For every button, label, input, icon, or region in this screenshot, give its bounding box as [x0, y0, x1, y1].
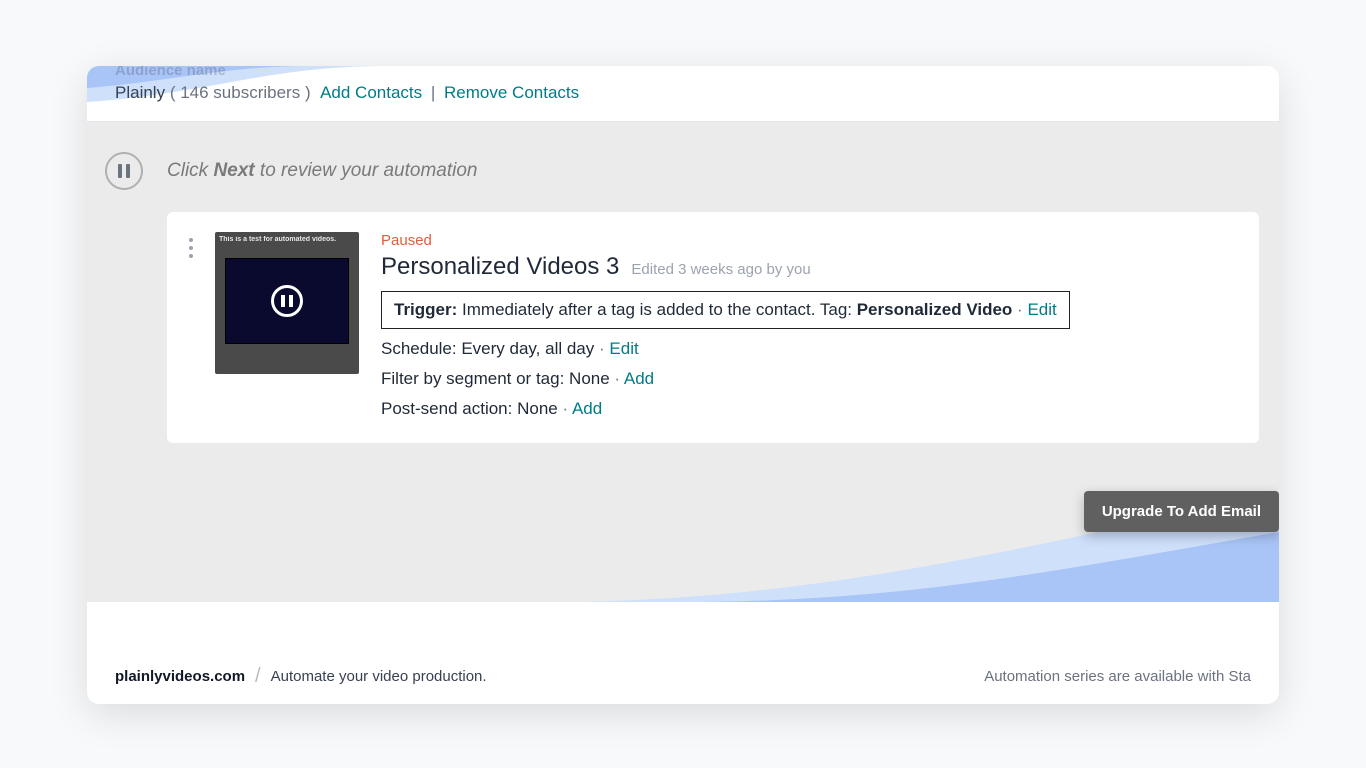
post-send-value: None	[512, 399, 557, 418]
card-menu-button[interactable]	[189, 232, 193, 258]
filter-label: Filter by segment or tag:	[381, 369, 564, 388]
instruction-suffix: to review your automation	[255, 160, 478, 181]
automation-card: This is a test for automated videos. Pau…	[167, 212, 1259, 443]
dot-sep: ·	[562, 399, 568, 418]
filter-add-link[interactable]: Add	[624, 369, 654, 388]
thumbnail-title: This is a test for automated videos.	[219, 236, 355, 243]
card-details: Paused Personalized Videos 3 Edited 3 we…	[381, 232, 1237, 419]
trigger-box: Trigger: Immediately after a tag is adde…	[381, 291, 1070, 329]
footer-tagline: Automate your video production.	[271, 668, 487, 685]
subscriber-count: ( 146 subscribers )	[170, 83, 316, 102]
footer-left: plainlyvideos.com / Automate your video …	[115, 665, 487, 688]
thumbnail-screen	[225, 258, 349, 344]
filter-row: Filter by segment or tag: None · Add	[381, 369, 1237, 389]
audience-row: Plainly ( 146 subscribers ) Add Contacts…	[115, 83, 1251, 103]
pause-overlay-icon	[271, 285, 303, 317]
trigger-edit-link[interactable]: Edit	[1027, 300, 1056, 319]
card-title-line: Personalized Videos 3 Edited 3 weeks ago…	[381, 253, 1237, 281]
footer-brand[interactable]: plainlyvideos.com	[115, 668, 245, 685]
instruction-row: Click Next to review your automation	[105, 152, 1259, 190]
footer-slash: /	[255, 665, 261, 688]
post-send-label: Post-send action:	[381, 399, 512, 418]
add-contacts-link[interactable]: Add Contacts	[320, 83, 422, 102]
video-thumbnail[interactable]: This is a test for automated videos.	[215, 232, 359, 374]
trigger-label: Trigger:	[394, 300, 457, 319]
instruction-prefix: Click	[167, 160, 213, 181]
post-send-add-link[interactable]: Add	[572, 399, 602, 418]
pause-icon	[105, 152, 143, 190]
schedule-edit-link[interactable]: Edit	[609, 339, 638, 358]
automation-title: Personalized Videos 3	[381, 253, 619, 281]
subscriber-count-value: 146 subscribers	[180, 83, 300, 102]
status-badge: Paused	[381, 232, 1237, 249]
audience-field-label: Audience name	[115, 66, 1251, 79]
schedule-row: Schedule: Every day, all day · Edit	[381, 339, 1237, 359]
filter-value: None	[564, 369, 609, 388]
app-viewport: Audience name Plainly ( 146 subscribers …	[87, 66, 1279, 704]
content-body: Click Next to review your automation Thi…	[87, 122, 1279, 602]
schedule-label: Schedule:	[381, 339, 457, 358]
dot-sep: ·	[1017, 300, 1023, 319]
dot-sep: ·	[599, 339, 605, 358]
instruction-bold: Next	[213, 160, 254, 181]
trigger-text: Immediately after a tag is added to the …	[457, 300, 856, 319]
separator: |	[431, 83, 435, 102]
footer-bar: plainlyvideos.com / Automate your video …	[87, 648, 1279, 704]
audience-name: Plainly	[115, 83, 165, 102]
instruction-text: Click Next to review your automation	[167, 160, 477, 182]
remove-contacts-link[interactable]: Remove Contacts	[444, 83, 579, 102]
post-send-row: Post-send action: None · Add	[381, 399, 1237, 419]
footer-right-note: Automation series are available with Sta	[984, 668, 1251, 685]
schedule-value: Every day, all day	[457, 339, 595, 358]
edited-meta: Edited 3 weeks ago by you	[631, 261, 810, 278]
dot-sep: ·	[614, 369, 620, 388]
upgrade-button[interactable]: Upgrade To Add Email	[1084, 491, 1279, 532]
trigger-tag: Personalized Video	[857, 300, 1013, 319]
header-bar: Audience name Plainly ( 146 subscribers …	[87, 66, 1279, 122]
